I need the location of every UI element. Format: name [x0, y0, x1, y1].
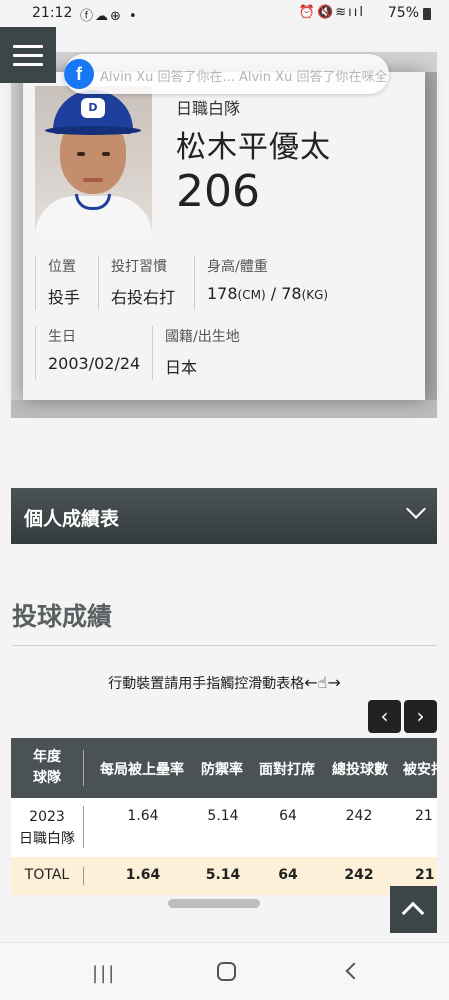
total-cell: 21	[415, 867, 435, 883]
row-cell: 5.14	[207, 808, 239, 824]
total-cell: 242	[344, 867, 374, 883]
total-label: TOTAL	[24, 867, 70, 883]
back-to-top-button[interactable]	[390, 886, 437, 933]
total-cell: 64	[278, 867, 298, 883]
info-nation: 國籍/出生地 日本	[152, 326, 240, 380]
info-label: 位置	[48, 259, 76, 275]
status-time: 21:12	[32, 5, 73, 21]
row-cell: 64	[279, 808, 297, 824]
notification-bubble[interactable]: f Alvin Xu 回答了你在... Alvin Xu 回答了你在咪全...	[64, 54, 389, 94]
header-year: 年度	[33, 749, 61, 765]
column-separator	[83, 867, 84, 885]
info-habit: 投打習慣 右投右打	[98, 256, 175, 310]
header-team: 球隊	[33, 770, 61, 786]
height-value: 178	[207, 284, 238, 303]
accordion-title: 個人成績表	[24, 508, 120, 530]
swipe-hint: 行動裝置請用手指觸控滑動表格←☝→	[0, 673, 449, 693]
table-total-row: TOTAL 1.64 5.14 64 242 21	[11, 857, 437, 895]
header-cell: 總投球數	[332, 762, 388, 778]
row-team[interactable]: 日職白隊	[11, 828, 83, 850]
info-body: 身高/體重 178(CM) / 78(KG)	[194, 256, 328, 310]
row-year-team: 2023 日職白隊	[11, 806, 83, 850]
player-team[interactable]: 日職白隊	[176, 95, 240, 119]
row-cell: 1.64	[127, 808, 159, 824]
section-divider	[12, 645, 437, 646]
row-cell: 21	[415, 808, 433, 824]
row-cell: 242	[345, 808, 373, 824]
info-position: 位置 投手	[35, 256, 80, 310]
header-cell: 每局被上壘率	[100, 762, 184, 778]
info-label: 國籍/出生地	[165, 329, 240, 345]
section-title: 投球成績	[12, 602, 113, 631]
player-name: 松木平優太	[176, 130, 331, 165]
menu-button[interactable]	[0, 27, 56, 83]
info-value: 178(CM) / 78(KG)	[207, 284, 329, 303]
player-eye	[102, 152, 110, 156]
column-separator	[83, 806, 84, 848]
row-year: 2023	[29, 809, 65, 825]
info-value: 投手	[48, 288, 81, 307]
info-value: 日本	[165, 358, 198, 377]
table-row: 2023 日職白隊 1.64 5.14 64 242 21	[11, 798, 437, 857]
status-system-icons: ⏰🔇≋ııl	[298, 5, 365, 20]
total-cell: 1.64	[125, 867, 161, 883]
chevron-down-icon[interactable]	[406, 499, 426, 519]
swipe-hint-text: 行動裝置請用手指觸控滑動表格	[108, 676, 305, 692]
player-cap-brim	[45, 126, 141, 135]
chevron-up-icon	[401, 901, 425, 925]
info-label: 生日	[48, 329, 76, 345]
battery-icon	[423, 8, 431, 20]
table-next-button[interactable]: ›	[404, 700, 437, 733]
hamburger-icon	[13, 53, 43, 57]
table-prev-button[interactable]: ‹	[368, 700, 401, 733]
info-label: 投打習慣	[111, 259, 167, 275]
info-birth: 生日 2003/02/24	[35, 326, 140, 380]
weight-value: 78	[281, 284, 302, 303]
header-cell: 被安打	[403, 762, 437, 778]
column-separator	[83, 750, 84, 786]
player-number: 206	[176, 166, 260, 217]
battery-percent: 75%	[387, 5, 419, 21]
header-year-team: 年度 球隊	[11, 747, 83, 789]
pitching-stats-table[interactable]: 年度 球隊 每局被上壘率 防禦率 面對打席 總投球數 被安打 2023 日職白隊…	[11, 738, 437, 895]
facebook-icon[interactable]: f	[64, 59, 94, 89]
info-value: 2003/02/24	[48, 354, 141, 373]
hamburger-icon	[13, 62, 43, 66]
total-cell: 5.14	[205, 867, 241, 883]
header-cell: 防禦率	[201, 762, 243, 778]
notification-text: Alvin Xu 回答了你在... Alvin Xu 回答了你在咪全...	[100, 70, 389, 85]
card-shade-right	[425, 72, 437, 400]
weight-unit: (KG)	[301, 288, 329, 302]
recent-apps-icon[interactable]: |||	[92, 963, 116, 984]
info-label: 身高/體重	[207, 259, 268, 275]
system-nav-bar: |||	[0, 942, 449, 1000]
team-logo-icon: D	[81, 98, 105, 118]
hamburger-icon	[13, 44, 43, 48]
status-bar: 21:12 ⓕ☁⊕ • ⏰🔇≋ııl 75%	[0, 0, 449, 28]
height-unit: (CM)	[237, 288, 266, 302]
table-header: 年度 球隊 每局被上壘率 防禦率 面對打席 總投球數 被安打	[11, 738, 437, 798]
personal-stats-accordion[interactable]: 個人成績表	[11, 488, 437, 544]
back-icon[interactable]	[345, 962, 363, 980]
player-photo: D	[35, 86, 152, 233]
home-icon[interactable]	[217, 962, 236, 981]
player-eye	[77, 152, 85, 156]
player-mouth	[83, 178, 103, 182]
header-cell: 面對打席	[259, 762, 315, 778]
info-value: 右投右打	[111, 288, 176, 307]
swipe-hand-icon: ←☝→	[304, 673, 341, 692]
card-shade-bottom	[11, 400, 437, 418]
status-notification-icons: ⓕ☁⊕ •	[80, 9, 139, 24]
table-scrollbar[interactable]	[168, 899, 260, 908]
